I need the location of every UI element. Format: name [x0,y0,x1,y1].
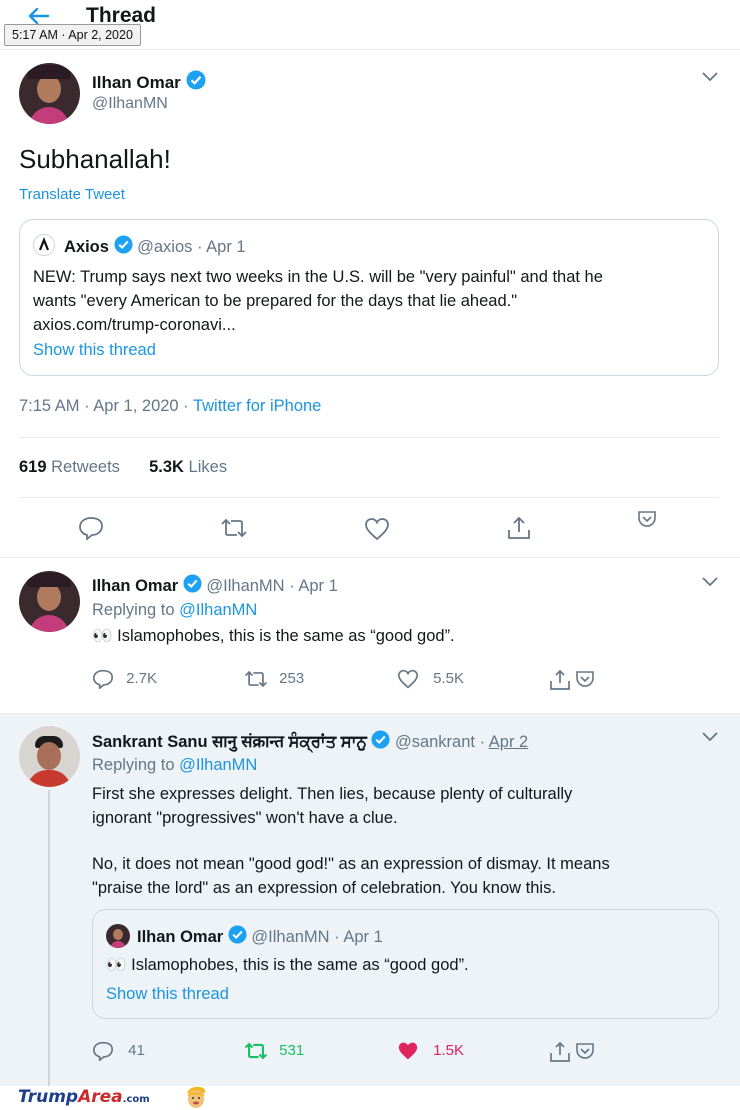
quote-text: NEW: Trump says next two weeks in the U.… [33,268,603,334]
reply-text: 👀 Islamophobes, this is the same as “goo… [92,627,455,645]
chevron-down-icon[interactable] [702,732,718,742]
replying-to: Replying to @IlhanMN [92,756,258,774]
retweets-stat[interactable]: 619 Retweets [19,458,120,476]
engagement-stats: 619 Retweets 5.3K Likes [19,458,227,477]
reply-author[interactable]: Ilhan Omar @IlhanMN · Apr 1 [92,574,338,598]
verified-badge-icon [228,925,247,949]
replying-to-link[interactable]: @IlhanMN [179,756,257,774]
author-handle[interactable]: @IlhanMN [92,95,168,113]
retweet-icon[interactable] [219,517,249,539]
retweet-action[interactable]: 253 [243,669,304,689]
quoted-tweet-card[interactable]: Ilhan Omar @IlhanMN · Apr 1 👀 Islamophob… [92,909,719,1019]
tweet-text: Subhanallah! [19,144,171,174]
timestamp-tooltip: 5:17 AM · Apr 2, 2020 [4,24,141,46]
replying-to: Replying to @IlhanMN [92,601,258,619]
trump-face-logo [184,1085,208,1109]
divider [19,497,719,498]
translate-tweet-link[interactable]: Translate Tweet [19,186,125,203]
avatar[interactable] [19,726,80,787]
reply-text: First she expresses delight. Then lies, … [92,785,610,897]
axios-logo-icon [33,234,55,256]
avatar[interactable] [19,571,80,632]
show-thread-link[interactable]: Show this thread [33,341,156,360]
verified-badge-icon [371,730,390,754]
header: Thread 5:17 AM · Apr 2, 2020 [0,0,740,50]
chevron-down-icon[interactable] [702,577,718,587]
show-thread-link[interactable]: Show this thread [106,985,229,1004]
reply-action[interactable]: 41 [92,1041,145,1061]
retweet-action[interactable]: 531 [243,1041,304,1061]
verified-badge-icon [114,235,133,259]
reply-icon[interactable] [78,516,104,540]
share-icon[interactable] [506,515,532,541]
avatar [106,924,130,948]
divider [0,557,740,558]
likes-stat[interactable]: 5.3K Likes [149,458,227,476]
tweet-timestamp: 7:15 AM · Apr 1, 2020 · Twitter for iPho… [19,397,322,415]
replying-to-link[interactable]: @IlhanMN [179,601,257,619]
divider [19,437,719,438]
share-icon[interactable] [549,1041,597,1063]
back-arrow-icon[interactable] [26,6,50,26]
verified-badge-icon [186,70,206,95]
like-action[interactable]: 5.5K [397,669,464,689]
quote-author: Ilhan Omar @IlhanMN · Apr 1 [137,925,383,949]
chevron-down-icon[interactable] [702,72,718,82]
quote-author: Axios @axios · Apr 1 [64,235,246,259]
author-name[interactable]: Ilhan Omar [92,70,206,95]
thread-line [48,790,50,1086]
like-action[interactable]: 1.5K [397,1041,464,1061]
source-link[interactable]: Twitter for iPhone [193,397,321,415]
quoted-tweet-card[interactable]: Axios @axios · Apr 1 NEW: Trump says nex… [19,219,719,376]
pocket-save-icon[interactable] [637,510,657,528]
avatar[interactable] [19,63,80,124]
verified-badge-icon [183,574,202,598]
reply-author[interactable]: Sankrant Sanu सानु संक्रान्त ਸੰਕ੍ਰਾਂਤ ਸਾ… [92,729,528,754]
quote-text: 👀 Islamophobes, this is the same as “goo… [106,956,469,974]
share-icon[interactable] [549,669,597,691]
reply-action[interactable]: 2.7K [92,669,157,689]
trumparea-watermark: TrumpArea.com [18,1087,150,1107]
like-icon[interactable] [364,517,390,541]
date-link[interactable]: Apr 2 [489,733,528,751]
